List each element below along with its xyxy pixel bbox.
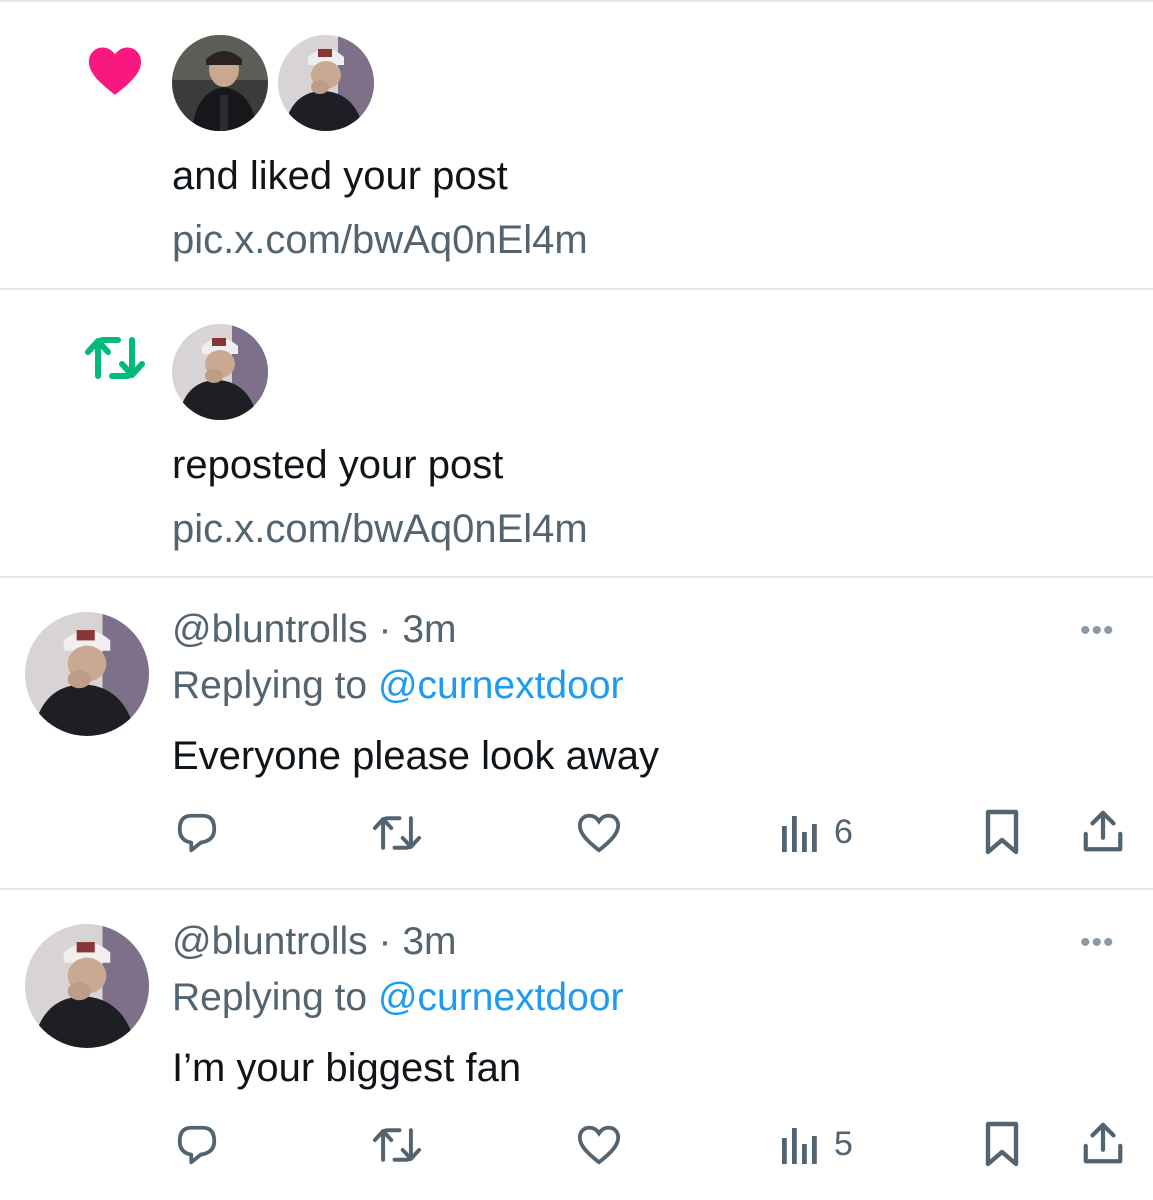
author-handle[interactable]: @bluntrolls	[172, 920, 368, 963]
post-meta: @bluntrolls · 3m	[172, 920, 457, 964]
views-icon	[782, 1128, 817, 1164]
notification-link[interactable]: pic.x.com/bwAq0nEl4m	[172, 507, 588, 552]
post-time[interactable]: 3m	[402, 920, 456, 963]
like-button[interactable]	[576, 1122, 622, 1166]
reply-post[interactable]: @bluntrolls · 3m ••• Replying to @curnex…	[0, 578, 1153, 888]
notification-link[interactable]: pic.x.com/bwAq0nEl4m	[172, 218, 588, 263]
views-count: 6	[834, 812, 853, 851]
notification-text: reposted your post	[172, 443, 504, 487]
post-text: I’m your biggest fan	[172, 1046, 522, 1090]
post-text: Everyone please look away	[172, 734, 659, 778]
replying-prefix: Replying to	[172, 976, 378, 1019]
replying-to: Replying to @curnextdoor	[172, 976, 624, 1020]
heart-icon	[86, 44, 144, 101]
heart-icon	[577, 813, 621, 853]
notification-text: and liked your post	[172, 154, 508, 198]
share-icon	[1083, 1122, 1123, 1164]
bookmark-icon	[985, 1121, 1019, 1167]
mention-link[interactable]: @curnextdoor	[378, 664, 624, 707]
like-button[interactable]	[576, 810, 622, 854]
meta-separator: ·	[378, 608, 392, 651]
views-icon	[782, 816, 817, 852]
repost-button[interactable]	[370, 810, 424, 856]
share-button[interactable]	[1080, 808, 1126, 856]
share-icon	[1083, 810, 1123, 852]
comment-icon	[177, 813, 217, 853]
repost-icon	[372, 1128, 422, 1162]
meta-separator: ·	[378, 920, 392, 963]
more-icon[interactable]: •••	[1080, 926, 1115, 960]
repost-icon	[372, 816, 422, 850]
views-button[interactable]: 5	[780, 1122, 853, 1166]
post-time[interactable]: 3m	[402, 608, 456, 651]
mention-link[interactable]: @curnextdoor	[378, 976, 624, 1019]
notification-like[interactable]: and liked your post pic.x.com/bwAq0nEl4m	[0, 0, 1153, 288]
bookmark-icon	[985, 809, 1019, 855]
comment-icon	[177, 1125, 217, 1165]
views-count: 5	[834, 1124, 853, 1163]
replying-to: Replying to @curnextdoor	[172, 664, 624, 708]
reply-button[interactable]	[174, 1122, 220, 1168]
share-button[interactable]	[1080, 1120, 1126, 1168]
avatar[interactable]	[25, 612, 149, 736]
avatar[interactable]	[172, 35, 268, 131]
replying-prefix: Replying to	[172, 664, 378, 707]
avatar[interactable]	[25, 924, 149, 1048]
bookmark-button[interactable]	[982, 1120, 1022, 1168]
more-icon[interactable]: •••	[1080, 614, 1115, 648]
repost-icon	[82, 334, 148, 387]
post-meta: @bluntrolls · 3m	[172, 608, 457, 652]
heart-icon	[577, 1125, 621, 1165]
reply-post[interactable]: @bluntrolls · 3m ••• Replying to @curnex…	[0, 890, 1153, 1200]
bookmark-button[interactable]	[982, 808, 1022, 856]
views-button[interactable]: 6	[780, 810, 853, 854]
avatar[interactable]	[278, 35, 374, 131]
author-handle[interactable]: @bluntrolls	[172, 608, 368, 651]
reply-button[interactable]	[174, 810, 220, 856]
notification-repost[interactable]: reposted your post pic.x.com/bwAq0nEl4m	[0, 290, 1153, 576]
avatar[interactable]	[172, 324, 268, 420]
repost-button[interactable]	[370, 1122, 424, 1168]
